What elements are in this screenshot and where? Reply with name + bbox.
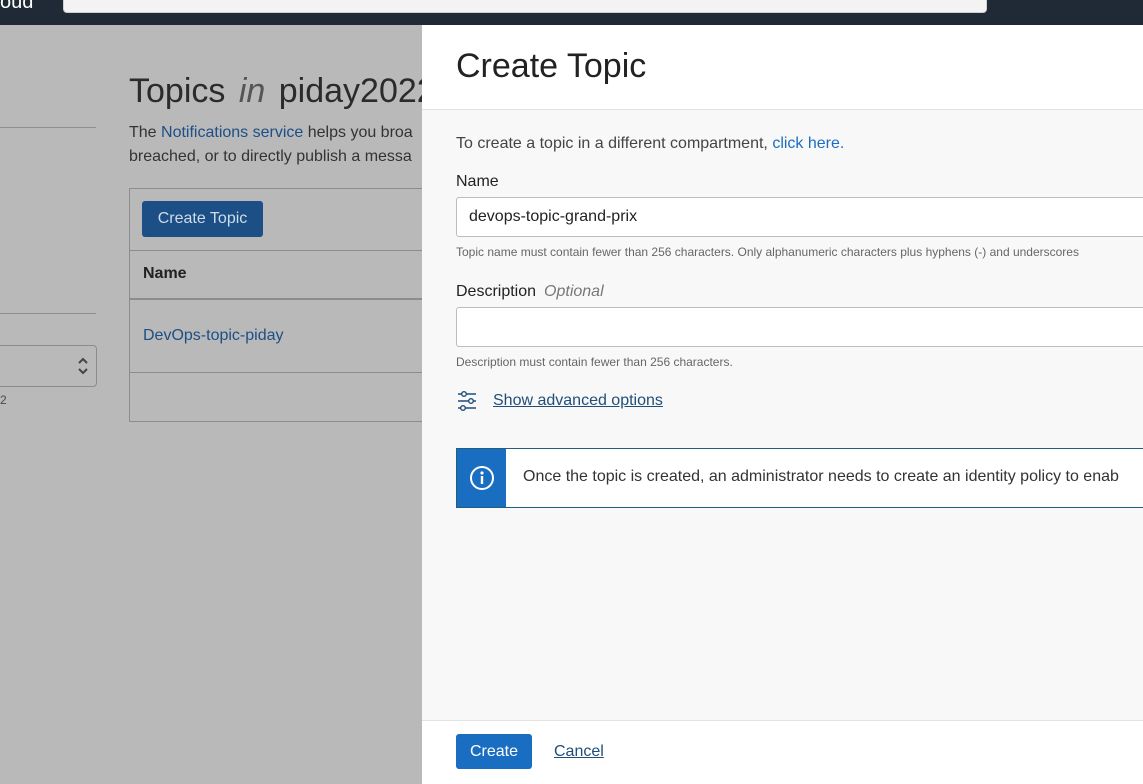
panel-title: Create Topic — [456, 47, 647, 85]
compartment-name: piday2022 — [278, 72, 436, 110]
info-icon — [469, 466, 494, 490]
table-divider — [130, 298, 440, 300]
compartment-hint: To create a topic in a different compart… — [456, 135, 844, 153]
brand-name: oud — [0, 0, 34, 13]
title-in-word: in — [238, 72, 266, 110]
description-text-start: The — [129, 124, 162, 141]
info-message: Once the topic is created, an administra… — [523, 468, 1119, 485]
create-topic-panel: Create Topic To create a topic in a diff… — [422, 25, 1143, 784]
page-description: The Notifications service helps you broa… — [129, 121, 413, 169]
topics-table: Create Topic Name DevOps-topic-piday — [129, 188, 441, 422]
table-divider — [130, 250, 440, 251]
different-compartment-link[interactable]: click here. — [772, 135, 844, 152]
name-help-text: Topic name must contain fewer than 256 c… — [456, 245, 1079, 259]
optional-tag: Optional — [544, 283, 604, 300]
top-navigation-bar: oud ⌕ — [0, 0, 1143, 25]
sidebar-divider — [0, 127, 96, 128]
search-input[interactable]: ⌕ — [63, 0, 987, 13]
compartment-select[interactable] — [0, 345, 97, 387]
description-text-end: helps you broa — [303, 124, 413, 141]
description-line-2: breached, or to directly publish a messa — [129, 148, 412, 165]
compartment-path-fragment: 2 — [0, 393, 7, 407]
panel-header: Create Topic — [422, 25, 1143, 110]
sidebar-divider — [0, 313, 96, 314]
create-topic-button[interactable]: Create Topic — [142, 201, 263, 237]
description-help-text: Description must contain fewer than 256 … — [456, 355, 733, 369]
description-label-text: Description — [456, 283, 537, 300]
description-label: Description Optional — [456, 283, 604, 301]
topic-row-link[interactable]: DevOps-topic-piday — [143, 327, 284, 345]
notifications-service-link[interactable]: Notifications service — [161, 124, 303, 141]
show-advanced-options-link[interactable]: Show advanced options — [493, 392, 663, 410]
info-stripe — [457, 449, 506, 507]
description-input[interactable] — [456, 307, 1143, 347]
page-title: Topics in piday2022 — [129, 72, 436, 111]
chevron-up-down-icon — [78, 357, 88, 375]
table-header-name[interactable]: Name — [143, 265, 187, 283]
show-advanced-options[interactable]: Show advanced options — [456, 390, 663, 412]
cancel-link[interactable]: Cancel — [554, 743, 604, 761]
name-label: Name — [456, 173, 499, 190]
sliders-icon — [458, 391, 476, 411]
create-button[interactable]: Create — [456, 734, 532, 769]
compartment-hint-text: To create a topic in a different compart… — [456, 135, 773, 152]
search-icon: ⌕ — [542, 0, 548, 4]
table-divider — [130, 372, 440, 373]
panel-footer: Create Cancel — [422, 720, 1143, 784]
name-input[interactable]: devops-topic-grand-prix — [456, 197, 1143, 237]
name-input-value: devops-topic-grand-prix — [469, 208, 638, 225]
identity-policy-info-alert: Once the topic is created, an administra… — [456, 448, 1143, 508]
title-prefix: Topics — [129, 72, 226, 110]
